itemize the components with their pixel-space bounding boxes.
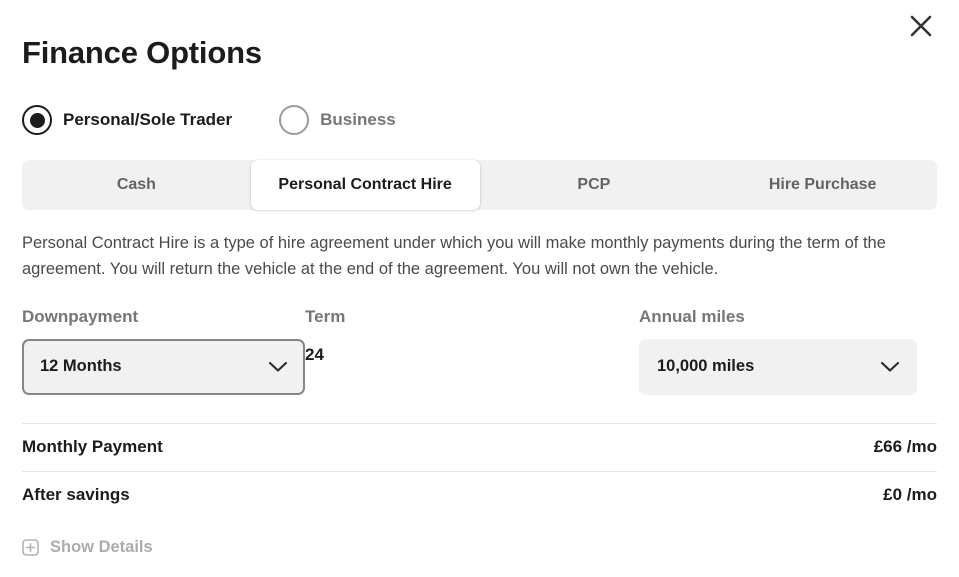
- tab-pcp[interactable]: PCP: [480, 160, 709, 210]
- field-downpayment: Downpayment 12 Months: [22, 308, 305, 395]
- close-icon-button[interactable]: [901, 6, 941, 46]
- show-details-button[interactable]: Show Details: [22, 538, 153, 557]
- payment-summary: Monthly Payment £66 /mo After savings £0…: [22, 422, 937, 519]
- downpayment-selected-value: 12 Months: [40, 357, 122, 376]
- chevron-down-icon: [268, 361, 288, 373]
- field-term: Term 24: [305, 308, 639, 395]
- annual-miles-label: Annual miles: [639, 307, 745, 327]
- finance-type-description: Personal Contract Hire is a type of hire…: [22, 234, 886, 278]
- radio-business[interactable]: Business: [279, 105, 396, 136]
- show-details-label: Show Details: [50, 537, 153, 556]
- tab-cash[interactable]: Cash: [22, 160, 251, 210]
- radio-mark-selected-icon: [22, 105, 52, 136]
- chevron-down-icon: [880, 361, 900, 373]
- radio-personal-sole-trader[interactable]: Personal/Sole Trader: [22, 105, 233, 136]
- page-title: Finance Options: [22, 35, 262, 70]
- field-annual-miles: Annual miles 10,000 miles: [639, 308, 917, 395]
- tab-hire-purchase[interactable]: Hire Purchase: [708, 160, 937, 210]
- downpayment-label: Downpayment: [22, 307, 139, 327]
- tab-personal-contract-hire[interactable]: Personal Contract Hire: [250, 160, 480, 211]
- after-savings-label: After savings: [22, 485, 130, 505]
- monthly-payment-amount: £66 /mo: [873, 437, 937, 457]
- radio-label-personal: Personal/Sole Trader: [63, 110, 233, 130]
- downpayment-select[interactable]: 12 Months: [22, 338, 305, 395]
- finance-parameters-row: Downpayment 12 Months Term 24 Annual mil…: [22, 308, 937, 395]
- finance-type-tabs: Cash Personal Contract Hire PCP Hire Pur…: [22, 160, 937, 211]
- annual-miles-select[interactable]: 10,000 miles: [639, 338, 917, 395]
- payment-row-monthly: Monthly Payment £66 /mo: [22, 422, 937, 471]
- radio-dot: [287, 113, 302, 128]
- term-value: 24: [305, 344, 324, 364]
- monthly-payment-label: Monthly Payment: [22, 437, 163, 457]
- close-icon: [908, 13, 934, 39]
- customer-type-radio-group: Personal/Sole Trader Business: [22, 104, 937, 136]
- payment-row-after-savings: After savings £0 /mo: [22, 470, 937, 519]
- radio-dot: [29, 112, 45, 128]
- after-savings-amount: £0 /mo: [883, 485, 937, 505]
- annual-miles-selected-value: 10,000 miles: [657, 357, 755, 376]
- radio-label-business: Business: [320, 110, 396, 130]
- term-label: Term: [305, 307, 346, 327]
- finance-options-modal: Finance Options Personal/Sole Trader Bus…: [0, 0, 959, 577]
- plus-square-icon: [22, 539, 39, 556]
- radio-mark-empty-icon: [279, 105, 310, 136]
